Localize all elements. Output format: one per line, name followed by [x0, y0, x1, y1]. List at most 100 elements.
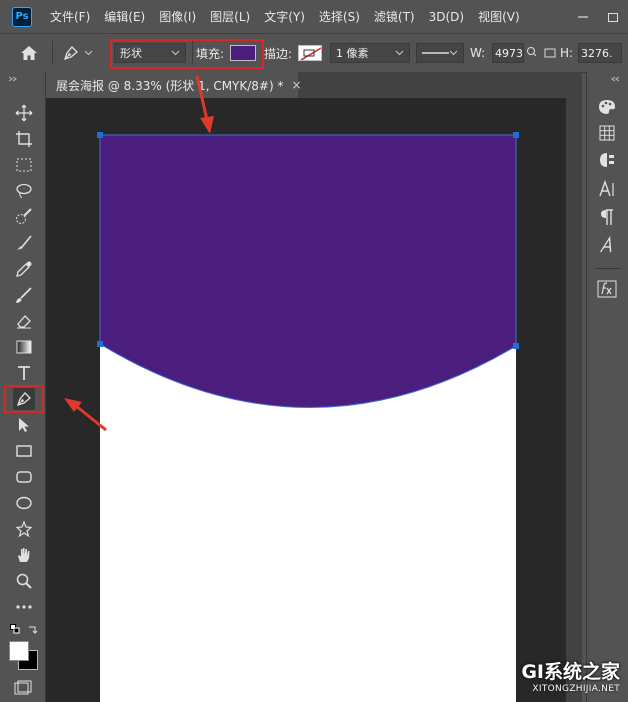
path-selection-tool[interactable] [13, 414, 35, 436]
menu-view[interactable]: 视图(V) [478, 8, 520, 25]
collapse-icon[interactable] [8, 76, 18, 82]
move-icon [15, 104, 33, 122]
custom-shape-icon [15, 520, 33, 538]
link-dimensions-button[interactable] [526, 34, 538, 72]
menu-image[interactable]: 图像(I) [159, 8, 196, 25]
default-colors-icon[interactable] [10, 624, 20, 634]
marquee-tool[interactable] [13, 154, 35, 176]
width-input[interactable]: 4973 [492, 43, 524, 63]
stroke-width-value: 1 像素 [336, 47, 369, 60]
tools-panel [0, 72, 46, 702]
menu-file[interactable]: 文件(F) [50, 8, 90, 25]
brush-tip-icon [17, 235, 32, 250]
foreground-color-swatch[interactable] [9, 641, 29, 661]
swatches-panel-button[interactable] [596, 122, 618, 144]
photoshop-logo: Ps [12, 6, 32, 27]
width-value: 4973 [495, 46, 523, 60]
rounded-rectangle-tool[interactable] [13, 466, 35, 488]
width-label: W: [470, 46, 486, 60]
path-anchor-point[interactable] [513, 132, 519, 138]
home-icon [21, 46, 37, 60]
ellipse-icon [16, 496, 32, 510]
canvas-overlay [97, 132, 519, 408]
paragraph-panel-button[interactable] [596, 206, 618, 228]
character-panel-button[interactable] [596, 178, 618, 200]
rounded-rectangle-icon [16, 471, 32, 483]
stroke-type-select[interactable] [416, 43, 464, 63]
canvas-area[interactable] [46, 98, 582, 702]
constrain-proportions-icon[interactable] [544, 47, 556, 59]
vertical-scrollbar[interactable] [566, 98, 582, 702]
stroke-color-swatch[interactable] [298, 45, 322, 61]
eraser-icon [17, 315, 31, 329]
styles-panel-button[interactable] [596, 278, 618, 300]
tool-preset-picker[interactable] [62, 34, 104, 72]
document-tab-bar: 展会海报 @ 8.33% (形状 1, CMYK/8#) * × [46, 72, 582, 98]
height-label: H: [560, 46, 574, 60]
menu-layer[interactable]: 图层(L) [210, 8, 250, 25]
hand-tool[interactable] [13, 544, 35, 566]
restore-icon [608, 12, 618, 22]
document-tab-title: 展会海报 @ 8.33% (形状 1, CMYK/8#) * [56, 78, 284, 93]
crop-tool[interactable] [13, 232, 35, 254]
ellipse-tool[interactable] [13, 492, 35, 514]
menu-select[interactable]: 选择(S) [319, 8, 360, 25]
height-value: 3276. [581, 46, 613, 60]
glyphs-panel-button[interactable] [596, 234, 618, 256]
menu-filter[interactable]: 滤镜(T) [374, 8, 415, 25]
height-input[interactable]: 3276. [578, 43, 622, 63]
stroke-line-icon [422, 52, 450, 54]
path-anchor-point[interactable] [97, 341, 103, 347]
pen-tool-icon [63, 46, 78, 61]
options-bar: 形状 填充: 描边: 1 像素 W: 4973 H: 3276. [0, 33, 628, 73]
adjustments-panel-button[interactable] [596, 150, 618, 172]
window-controls [568, 0, 628, 33]
rectangle-tool[interactable] [13, 440, 35, 462]
color-panel-button[interactable] [596, 96, 618, 118]
eyedropper-icon [16, 261, 32, 277]
type-tool[interactable] [13, 362, 35, 384]
home-button[interactable] [8, 34, 50, 72]
quick-mask-icon[interactable] [14, 680, 32, 696]
minimize-button[interactable] [568, 0, 598, 33]
chevron-down-icon [84, 50, 93, 56]
menu-type[interactable]: 文字(Y) [264, 8, 305, 25]
swap-colors-icon[interactable] [28, 624, 38, 634]
quick-selection-tool[interactable] [13, 206, 35, 228]
artboard-icon [16, 131, 32, 147]
arrow-pointer-icon [19, 418, 29, 432]
brush-tool[interactable] [13, 284, 35, 306]
fx-icon [597, 280, 617, 298]
watermark-brand: GI系统之家 [521, 661, 620, 683]
gradient-tool[interactable] [13, 336, 35, 358]
restore-button[interactable] [598, 0, 628, 33]
more-tools-button[interactable] [13, 596, 35, 618]
paragraph-icon [601, 209, 613, 225]
menu-3d[interactable]: 3D(D) [429, 10, 464, 24]
path-anchor-point[interactable] [97, 132, 103, 138]
hand-icon [18, 548, 30, 562]
eyedropper-tool[interactable] [13, 258, 35, 280]
path-anchor-point[interactable] [513, 343, 519, 349]
watermark: GI系统之家 XITONGZHIJIA.NET [521, 657, 620, 694]
quick-selection-icon [16, 208, 32, 224]
document-tab[interactable]: 展会海报 @ 8.33% (形状 1, CMYK/8#) * × [46, 72, 302, 98]
expand-panels-icon[interactable] [611, 76, 621, 82]
eraser-tool[interactable] [13, 310, 35, 332]
panel-separator [595, 268, 621, 269]
chevron-down-icon [395, 50, 404, 56]
zoom-tool[interactable] [13, 570, 35, 592]
lasso-icon [16, 183, 32, 199]
close-tab-icon[interactable]: × [292, 78, 302, 92]
move-tool[interactable] [13, 102, 35, 124]
stroke-width-select[interactable]: 1 像素 [330, 43, 410, 63]
fill-highlight-box [110, 39, 264, 69]
palette-icon [599, 100, 615, 114]
custom-shape-tool[interactable] [13, 518, 35, 540]
purple-shape-layer[interactable] [99, 134, 517, 408]
lasso-tool[interactable] [13, 180, 35, 202]
menu-edit[interactable]: 编辑(E) [104, 8, 145, 25]
menu-bar: Ps 文件(F) 编辑(E) 图像(I) 图层(L) 文字(Y) 选择(S) 滤… [0, 0, 628, 33]
chevron-down-icon [449, 50, 458, 56]
artboard-tool[interactable] [13, 128, 35, 150]
